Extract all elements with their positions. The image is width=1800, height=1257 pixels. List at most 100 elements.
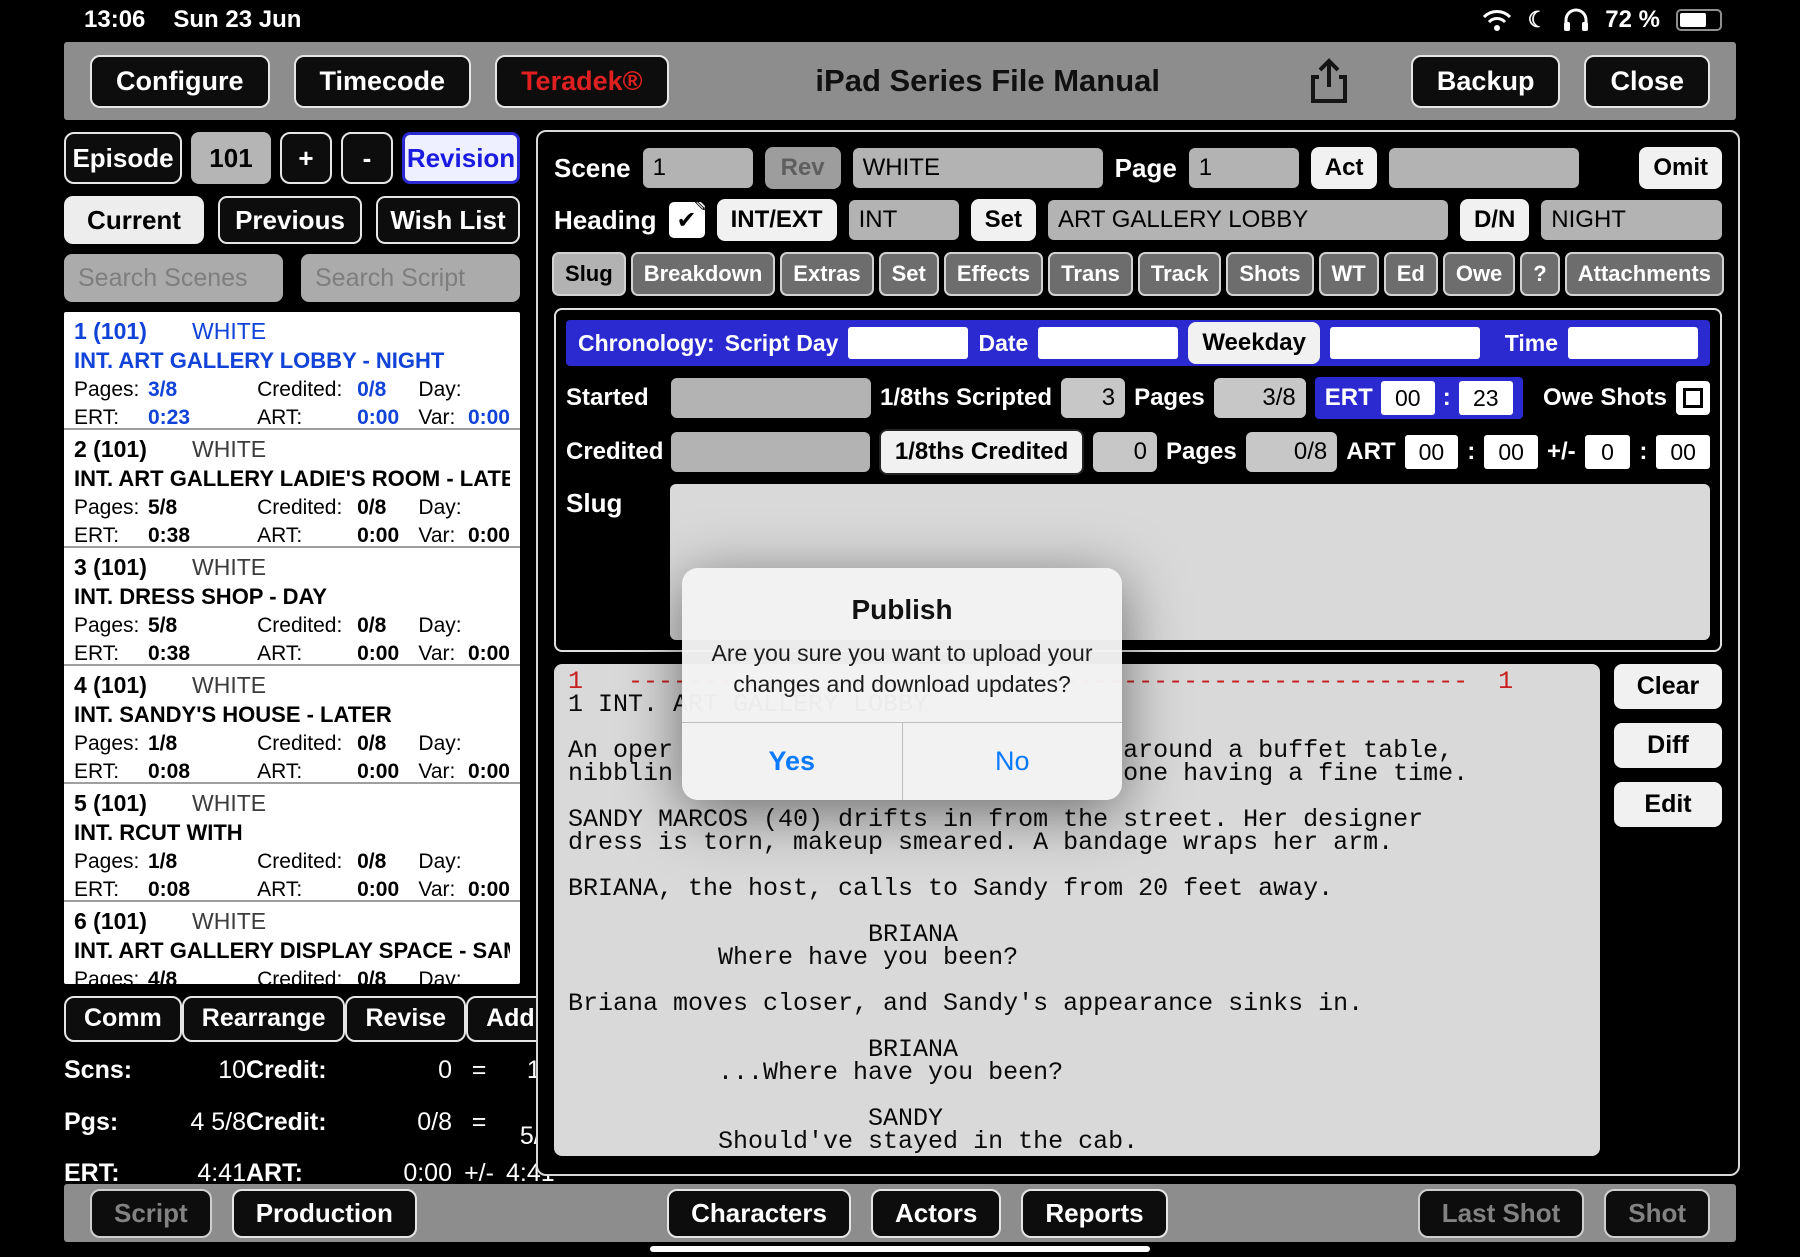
close-button[interactable]: Close (1584, 54, 1710, 108)
tab-set[interactable]: Set (878, 252, 939, 296)
date-field[interactable] (1038, 327, 1179, 359)
script-mode-button[interactable]: Script (90, 1188, 212, 1238)
tab-track[interactable]: Track (1137, 252, 1222, 296)
ert-minutes-field[interactable]: 23 (1458, 381, 1513, 415)
rearrange-button[interactable]: Rearrange (181, 996, 346, 1042)
eighths-credited-button[interactable]: 1/8ths Credited (878, 429, 1085, 475)
reports-button[interactable]: Reports (1021, 1188, 1168, 1238)
plus-minus-label: +/- (1546, 438, 1576, 465)
scene-list-item-4[interactable]: 4 (101) WHITE INT. SANDY'S HOUSE - LATER… (64, 666, 520, 784)
scene-list: 1 (101) WHITE INT. ART GALLERY LOBBY - N… (64, 312, 520, 984)
upload-share-icon[interactable] (1307, 57, 1351, 105)
revision-color-field[interactable]: WHITE (852, 148, 1103, 188)
episode-plus-button[interactable]: + (280, 132, 332, 184)
tab-ed[interactable]: Ed (1383, 252, 1438, 296)
started-field[interactable] (671, 378, 871, 418)
art-hours-field[interactable]: 00 (1404, 435, 1459, 469)
clear-button[interactable]: Clear (1614, 664, 1722, 709)
owe-shots-checkbox[interactable] (1676, 381, 1710, 415)
art-label: ART: (257, 642, 303, 665)
variance-minutes-field[interactable]: 00 (1656, 435, 1711, 469)
scene-list-item-5[interactable]: 5 (101) WHITE INT. RCUT WITH Pages: 1/8 C… (64, 784, 520, 902)
revise-button[interactable]: Revise (345, 996, 467, 1042)
equals-sign: = (471, 1107, 487, 1136)
eighths-scripted-field[interactable]: 3 (1061, 378, 1126, 418)
set-button[interactable]: Set (970, 199, 1036, 241)
scene-color: WHITE (192, 554, 267, 580)
page-field[interactable]: 1 (1188, 148, 1299, 188)
tab-attachments[interactable]: Attachments (1564, 252, 1724, 296)
comm-button[interactable]: Comm (64, 996, 182, 1042)
omit-button[interactable]: Omit (1639, 147, 1722, 189)
owe-shots-label: Owe Shots (1542, 384, 1667, 411)
tab-wish-list[interactable]: Wish List (376, 196, 520, 244)
art-label: ART: (257, 760, 303, 783)
diff-button[interactable]: Diff (1614, 723, 1722, 768)
tab-help[interactable]: ? (1520, 252, 1560, 296)
art-minutes-field[interactable]: 00 (1484, 435, 1538, 469)
day-night-button[interactable]: D/N (1459, 199, 1530, 241)
tab-current[interactable]: Current (64, 196, 204, 244)
scene-list-item-6[interactable]: 6 (101) WHITE INT. ART GALLERY DISPLAY S… (64, 902, 520, 984)
search-scenes-input[interactable]: Search Scenes (64, 254, 283, 302)
app-screen: 13:06 Sun 23 Jun ☾ 72 % Configure Timeco… (0, 0, 1800, 1257)
int-ext-button[interactable]: INT/EXT (716, 199, 837, 241)
int-ext-field[interactable]: INT (848, 200, 959, 240)
revision-button[interactable]: Revision (402, 132, 520, 184)
act-field[interactable] (1389, 148, 1580, 188)
configure-button[interactable]: Configure (90, 54, 270, 108)
tab-effects[interactable]: Effects (943, 252, 1044, 296)
eighths-credited-field[interactable]: 0 (1093, 432, 1158, 472)
tab-extras[interactable]: Extras (780, 252, 874, 296)
episode-button[interactable]: Episode (64, 132, 182, 184)
search-script-input[interactable]: Search Script (301, 254, 520, 302)
tab-shots[interactable]: Shots (1226, 252, 1314, 296)
dialog-buttons: Yes No (682, 722, 1122, 800)
tab-previous[interactable]: Previous (218, 196, 362, 244)
episode-minus-button[interactable]: - (341, 132, 393, 184)
top-toolbar: Configure Timecode Teradek® iPad Series … (64, 42, 1736, 120)
credited-value: 0/8 (357, 968, 387, 984)
credit-label: Credit: (246, 1056, 327, 1084)
teradek-button[interactable]: Teradek® (495, 54, 669, 108)
pages-credited-field[interactable]: 0/8 (1245, 432, 1338, 472)
actors-button[interactable]: Actors (870, 1188, 1002, 1238)
pages-value: 5/8 (148, 614, 178, 637)
act-button[interactable]: Act (1310, 147, 1378, 189)
tab-owe[interactable]: Owe (1442, 252, 1516, 296)
characters-button[interactable]: Characters (667, 1188, 851, 1238)
set-field[interactable]: ART GALLERY LOBBY (1047, 200, 1448, 240)
heading-checkbox[interactable]: ✔ ✎ (668, 193, 712, 238)
rev-button[interactable]: Rev (764, 147, 841, 189)
shot-button[interactable]: Shot (1604, 1188, 1710, 1238)
backup-button[interactable]: Backup (1410, 54, 1561, 108)
art-label: ART: (257, 406, 303, 429)
script-day-field[interactable] (848, 327, 969, 359)
last-shot-button[interactable]: Last Shot (1417, 1188, 1585, 1238)
scene-list-item-1[interactable]: 1 (101) WHITE INT. ART GALLERY LOBBY - N… (64, 312, 520, 430)
dialog-yes-button[interactable]: Yes (682, 723, 903, 800)
weekday-button[interactable]: Weekday (1188, 322, 1320, 364)
episode-number-field[interactable]: 101 (191, 132, 271, 184)
edit-button[interactable]: Edit (1614, 782, 1722, 827)
timecode-button[interactable]: Timecode (293, 54, 472, 108)
dialog-no-button[interactable]: No (903, 723, 1123, 800)
day-night-field[interactable]: NIGHT (1541, 200, 1722, 240)
credited-field[interactable] (671, 432, 870, 472)
tab-slug[interactable]: Slug (552, 252, 626, 296)
scene-number-field[interactable]: 1 (642, 148, 753, 188)
weekday-field[interactable] (1329, 327, 1480, 359)
scene-list-item-3[interactable]: 3 (101) WHITE INT. DRESS SHOP - DAY Page… (64, 548, 520, 666)
tab-breakdown[interactable]: Breakdown (630, 252, 776, 296)
tab-wt[interactable]: WT (1318, 252, 1379, 296)
production-mode-button[interactable]: Production (231, 1188, 417, 1238)
wifi-icon (1482, 10, 1511, 31)
pages-scripted-field[interactable]: 3/8 (1213, 378, 1306, 418)
scene-list-item-2[interactable]: 2 (101) WHITE INT. ART GALLERY LADIE'S R… (64, 430, 520, 548)
tab-trans[interactable]: Trans (1048, 252, 1133, 296)
ert-hours-field[interactable]: 00 (1380, 381, 1435, 415)
variance-hours-field[interactable]: 0 (1584, 435, 1631, 469)
art-value: 0:00 (357, 878, 400, 901)
home-indicator[interactable] (650, 1246, 1150, 1252)
time-field[interactable] (1568, 327, 1698, 359)
